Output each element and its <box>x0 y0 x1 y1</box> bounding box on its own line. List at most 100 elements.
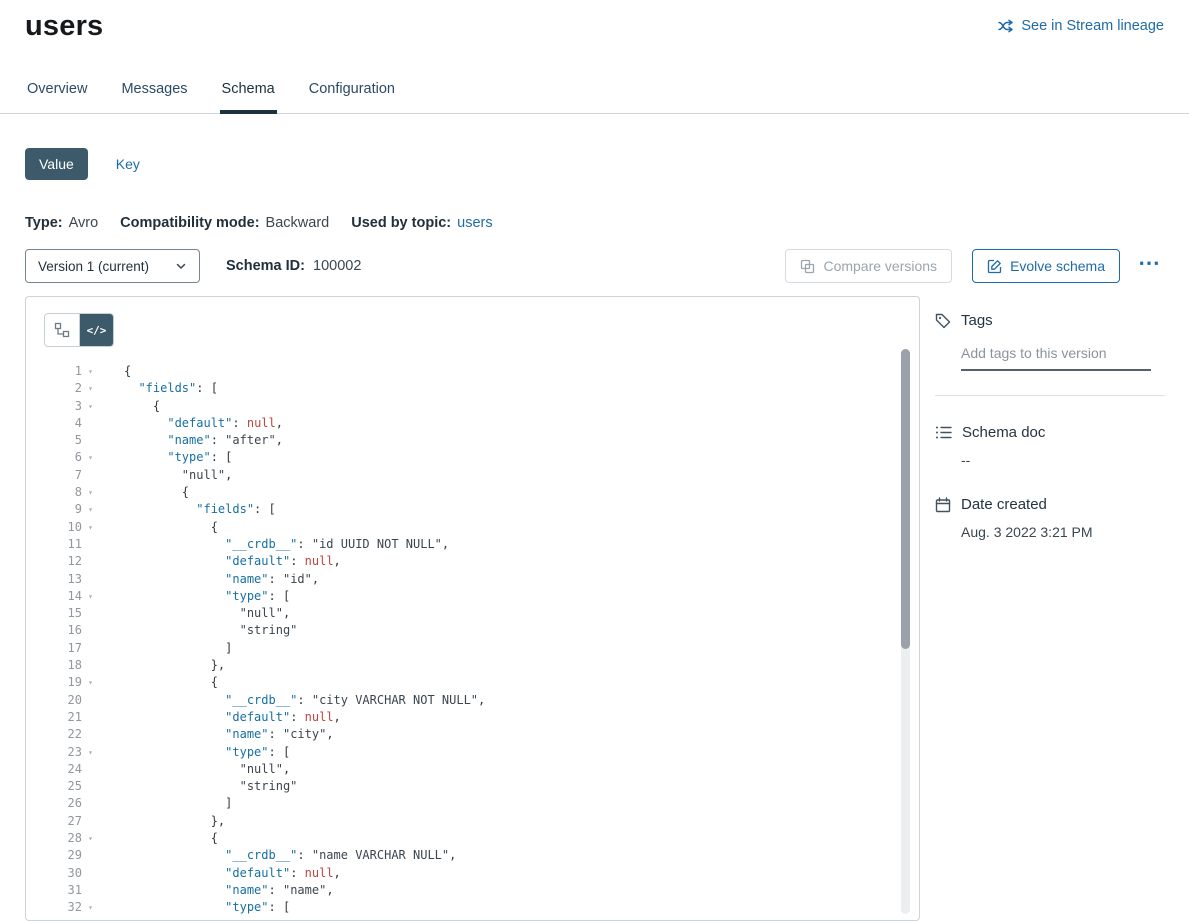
subtab-key[interactable]: Key <box>116 156 140 172</box>
evolve-schema-button[interactable]: Evolve schema <box>972 249 1120 283</box>
line-number: 5 <box>44 432 82 449</box>
fold-spacer <box>82 865 99 882</box>
tab-messages[interactable]: Messages <box>119 81 189 114</box>
line-number: 30 <box>44 865 82 882</box>
fold-spacer <box>82 778 99 795</box>
line-number: 27 <box>44 813 82 830</box>
code-text: "null", <box>99 761 290 778</box>
code-text: "__crdb__": "city VARCHAR NOT NULL", <box>99 692 485 709</box>
code-line: 17 ] <box>44 640 919 657</box>
schema-id-label: Schema ID: <box>226 258 305 274</box>
code-line: 31 "name": "name", <box>44 882 919 899</box>
fold-arrow-icon[interactable]: ▾ <box>82 830 99 847</box>
code-line: 22 "name": "city", <box>44 726 919 743</box>
code-line: 20 "__crdb__": "city VARCHAR NOT NULL", <box>44 692 919 709</box>
type-value: Avro <box>69 215 99 231</box>
fold-spacer <box>82 709 99 726</box>
editor-scrollbar[interactable] <box>901 349 910 914</box>
code-text: "type": [ <box>99 588 290 605</box>
more-actions-button[interactable]: ⋯ <box>1134 252 1164 280</box>
date-created-section: Date created Aug. 3 2022 3:21 PM <box>935 496 1165 540</box>
fold-spacer <box>82 605 99 622</box>
subtab-value[interactable]: Value <box>25 148 88 180</box>
list-icon <box>935 425 952 440</box>
compare-versions-button[interactable]: Compare versions <box>785 249 952 283</box>
code-view-button[interactable]: </> <box>79 314 113 346</box>
fold-arrow-icon[interactable]: ▾ <box>82 363 99 380</box>
toolbar-actions: Compare versions Evolve schema ⋯ <box>785 249 1164 283</box>
code-text: { <box>99 519 218 536</box>
fold-arrow-icon[interactable]: ▾ <box>82 484 99 501</box>
stream-lineage-link[interactable]: See in Stream lineage <box>998 18 1164 34</box>
code-area: 1▾{2▾ "fields": [3▾ {4 "default": null,5… <box>44 363 919 917</box>
code-line: 24 "null", <box>44 761 919 778</box>
topic-link[interactable]: users <box>457 215 492 231</box>
tree-view-button[interactable] <box>45 314 79 346</box>
code-text: "__crdb__": "name VARCHAR NULL", <box>99 847 456 864</box>
fold-spacer <box>82 640 99 657</box>
code-text: "type": [ <box>99 899 290 916</box>
fold-arrow-icon[interactable]: ▾ <box>82 519 99 536</box>
fold-arrow-icon[interactable]: ▾ <box>82 449 99 466</box>
code-text: }, <box>99 813 225 830</box>
code-line: 7 "null", <box>44 467 919 484</box>
code-text: "name": "name", <box>99 882 334 899</box>
tab-schema[interactable]: Schema <box>220 81 277 114</box>
fold-arrow-icon[interactable]: ▾ <box>82 501 99 518</box>
code-text: "name": "id", <box>99 571 319 588</box>
line-number: 26 <box>44 795 82 812</box>
code-text: "type": [ <box>99 449 232 466</box>
fold-arrow-icon[interactable]: ▾ <box>82 380 99 397</box>
date-created-header: Date created <box>935 496 1165 513</box>
fold-spacer <box>82 813 99 830</box>
line-number: 1 <box>44 363 82 380</box>
schema-id-value: 100002 <box>313 258 361 274</box>
code-line: 29 "__crdb__": "name VARCHAR NULL", <box>44 847 919 864</box>
schema-id: Schema ID: 100002 <box>226 258 361 274</box>
fold-spacer <box>82 657 99 674</box>
fold-arrow-icon[interactable]: ▾ <box>82 899 99 916</box>
line-number: 14 <box>44 588 82 605</box>
fold-spacer <box>82 536 99 553</box>
code-line: 5 "name": "after", <box>44 432 919 449</box>
schema-doc-value: -- <box>961 452 1165 468</box>
tab-configuration[interactable]: Configuration <box>307 81 397 114</box>
code-text: "default": null, <box>99 415 283 432</box>
add-tags-input[interactable] <box>961 343 1151 371</box>
code-line: 10▾ { <box>44 519 919 536</box>
line-number: 24 <box>44 761 82 778</box>
line-number: 7 <box>44 467 82 484</box>
compatibility-value: Backward <box>266 215 330 231</box>
code-text: "string" <box>99 778 297 795</box>
evolve-schema-label: Evolve schema <box>1010 258 1105 274</box>
version-select[interactable]: Version 1 (current) <box>25 249 200 283</box>
fold-arrow-icon[interactable]: ▾ <box>82 398 99 415</box>
fold-arrow-icon[interactable]: ▾ <box>82 744 99 761</box>
fold-spacer <box>82 847 99 864</box>
tab-overview[interactable]: Overview <box>25 81 89 114</box>
line-number: 20 <box>44 692 82 709</box>
code-line: 8▾ { <box>44 484 919 501</box>
fold-spacer <box>82 432 99 449</box>
chevron-down-icon <box>175 260 187 272</box>
line-number: 32 <box>44 899 82 916</box>
tags-header: Tags <box>935 312 1165 329</box>
fold-arrow-icon[interactable]: ▾ <box>82 588 99 605</box>
code-text: { <box>99 830 218 847</box>
code-line: 1▾{ <box>44 363 919 380</box>
line-number: 6 <box>44 449 82 466</box>
code-text: "default": null, <box>99 709 341 726</box>
compare-versions-label: Compare versions <box>823 258 937 274</box>
code-text: "default": null, <box>99 865 341 882</box>
line-number: 18 <box>44 657 82 674</box>
code-line: 16 "string" <box>44 622 919 639</box>
code-text: { <box>99 484 189 501</box>
code-line: 25 "string" <box>44 778 919 795</box>
scrollbar-thumb[interactable] <box>901 349 910 649</box>
date-created-title: Date created <box>961 496 1047 513</box>
line-number: 22 <box>44 726 82 743</box>
content: </> 1▾{2▾ "fields": [3▾ {4 "default": nu… <box>0 296 1189 921</box>
code-line: 19▾ { <box>44 674 919 691</box>
fold-arrow-icon[interactable]: ▾ <box>82 674 99 691</box>
code-line: 9▾ "fields": [ <box>44 501 919 518</box>
